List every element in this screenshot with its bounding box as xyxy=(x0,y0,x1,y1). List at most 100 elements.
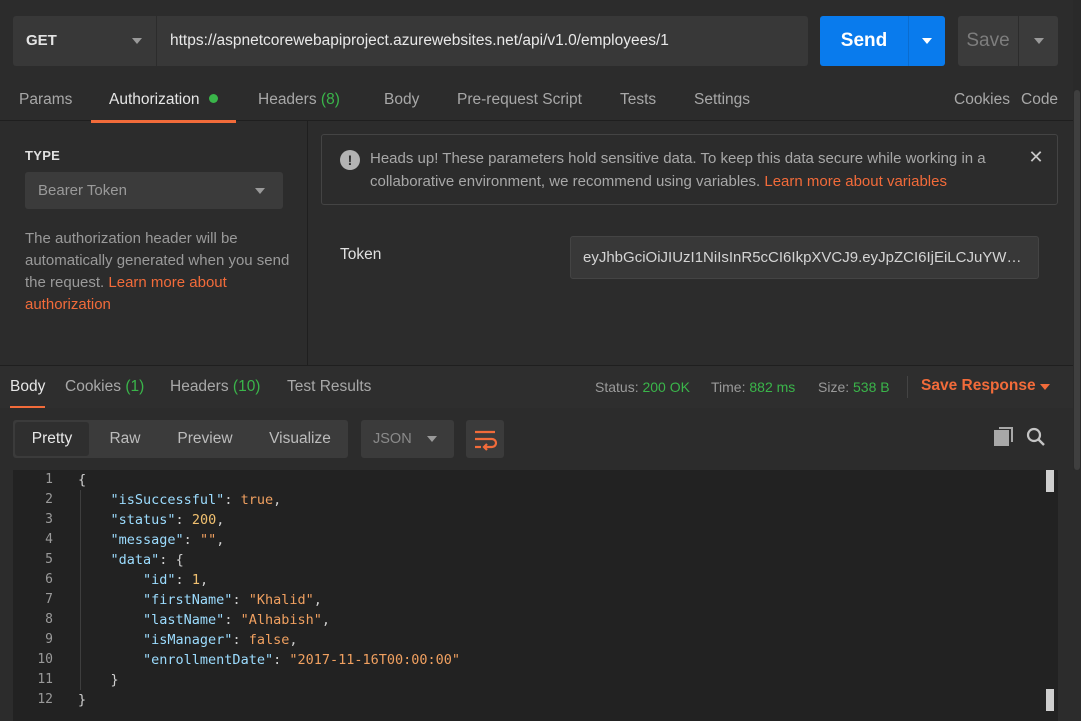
json-key: "isSuccessful" xyxy=(110,492,225,508)
status-label: Status: xyxy=(595,379,639,395)
chevron-down-icon xyxy=(255,188,265,194)
code-link[interactable]: Code xyxy=(1021,82,1058,120)
tab-response-cookies-count: (1) xyxy=(125,378,145,395)
tab-test-results[interactable]: Test Results xyxy=(287,366,371,408)
json-key: "message" xyxy=(110,532,184,548)
tab-settings[interactable]: Settings xyxy=(694,82,750,120)
json-value: { xyxy=(175,552,184,568)
save-response-button[interactable]: Save Response xyxy=(921,365,1036,407)
tab-response-headers-count: (10) xyxy=(232,378,261,395)
line-number: 4 xyxy=(45,532,53,547)
size-value: 538 B xyxy=(853,379,890,395)
tab-body[interactable]: Body xyxy=(384,82,419,120)
save-options-button[interactable] xyxy=(1018,16,1058,66)
time-readout: Time: 882 ms xyxy=(711,366,795,408)
view-visualize-button[interactable]: Visualize xyxy=(258,420,342,458)
save-response-chevron-down-icon[interactable] xyxy=(1040,384,1050,390)
json-key: "firstName" xyxy=(143,592,233,608)
url-input[interactable] xyxy=(156,16,808,66)
json-key: "enrollmentDate" xyxy=(143,652,274,668)
response-tabs: Body Cookies (1) Headers (10) Test Resul… xyxy=(0,365,1081,408)
json-key: "lastName" xyxy=(143,612,225,628)
scrollbar-thumb[interactable] xyxy=(1046,470,1054,492)
status-readout: Status: 200 OK xyxy=(595,366,690,408)
json-value: true xyxy=(240,492,274,508)
size-readout: Size: 538 B xyxy=(818,366,890,408)
time-label: Time: xyxy=(711,379,746,395)
token-label: Token xyxy=(340,246,382,263)
save-response-label: Save Response xyxy=(921,377,1036,394)
tab-response-body[interactable]: Body xyxy=(10,366,46,408)
active-dot-icon xyxy=(208,94,218,103)
tab-authorization-label: Authorization xyxy=(109,91,200,108)
json-key: "id" xyxy=(143,572,176,588)
json-value: "Khalid" xyxy=(248,592,314,608)
code-line: "lastName": "Alhabish", xyxy=(143,612,330,628)
code-line: "status": 200, xyxy=(110,512,225,528)
view-preview-button[interactable]: Preview xyxy=(166,420,244,458)
line-number: 12 xyxy=(37,692,53,707)
tab-response-headers[interactable]: Headers (10) xyxy=(170,366,260,408)
type-label: TYPE xyxy=(25,148,61,163)
tab-tests[interactable]: Tests xyxy=(620,82,656,120)
code-line: { xyxy=(78,472,87,488)
learn-more-variables-link[interactable]: Learn more about variables xyxy=(764,173,947,190)
copy-icon[interactable] xyxy=(993,426,1015,448)
auth-help-text: The authorization header will be automat… xyxy=(25,228,290,316)
code-line: "id": 1, xyxy=(143,572,209,588)
code-line: "data": { xyxy=(110,552,184,568)
line-number: 8 xyxy=(45,612,53,627)
auth-type-value: Bearer Token xyxy=(38,182,127,199)
json-key: "data" xyxy=(110,552,160,568)
json-value: 200 xyxy=(191,512,217,528)
token-input[interactable] xyxy=(570,236,1039,279)
warning-icon: ! xyxy=(340,150,360,170)
send-options-button[interactable] xyxy=(908,16,945,66)
search-icon[interactable] xyxy=(1025,426,1047,448)
wrap-lines-button[interactable] xyxy=(466,420,504,458)
tab-pre-request-script[interactable]: Pre-request Script xyxy=(457,82,582,120)
line-number: 5 xyxy=(45,552,53,567)
code-line: } xyxy=(78,692,87,708)
line-number: 7 xyxy=(45,592,53,607)
save-button[interactable]: Save xyxy=(958,16,1018,66)
heads-up-text: Heads up! These parameters hold sensitiv… xyxy=(370,147,1025,193)
line-number: 11 xyxy=(37,672,53,687)
json-value: "2017-11-16T00:00:00" xyxy=(289,652,461,668)
line-number: 10 xyxy=(37,652,53,667)
code-line: "message": "", xyxy=(110,532,225,548)
cookies-link[interactable]: Cookies xyxy=(954,82,1010,120)
method-chevron-down-icon xyxy=(132,38,142,44)
code-line: "isSuccessful": true, xyxy=(110,492,282,508)
code-line: "isManager": false, xyxy=(143,632,298,648)
json-key: "isManager" xyxy=(143,632,233,648)
tab-headers-label: Headers xyxy=(258,91,317,108)
chevron-down-icon xyxy=(1034,38,1044,44)
request-tabs: Params Authorization Headers (8) Body Pr… xyxy=(0,82,1081,123)
json-value: false xyxy=(248,632,290,648)
view-raw-button[interactable]: Raw xyxy=(96,420,154,458)
tab-params[interactable]: Params xyxy=(19,82,72,120)
method-label: GET xyxy=(26,32,57,49)
tab-authorization[interactable]: Authorization xyxy=(91,82,236,123)
json-key: "status" xyxy=(110,512,176,528)
tab-response-cookies[interactable]: Cookies (1) xyxy=(65,366,144,408)
status-value: 200 OK xyxy=(642,379,690,395)
view-pretty-button[interactable]: Pretty xyxy=(15,422,89,456)
close-icon[interactable]: ✕ xyxy=(1026,147,1046,169)
chevron-down-icon xyxy=(427,436,437,442)
divider xyxy=(907,376,908,398)
code-line: "enrollmentDate": "2017-11-16T00:00:00" xyxy=(143,652,461,668)
page-scrollbar-thumb[interactable] xyxy=(1074,90,1080,470)
tab-response-headers-label: Headers xyxy=(170,378,229,395)
json-value: 1 xyxy=(191,572,200,588)
scrollbar-thumb-bottom[interactable] xyxy=(1046,689,1054,711)
line-number: 1 xyxy=(45,472,53,487)
size-label: Size: xyxy=(818,379,850,395)
code-line: } xyxy=(78,672,119,688)
line-number: 9 xyxy=(45,632,53,647)
tab-headers[interactable]: Headers (8) xyxy=(258,82,340,120)
json-value: "Alhabish" xyxy=(240,612,322,628)
send-button[interactable]: Send xyxy=(820,16,908,66)
json-value: "" xyxy=(199,532,217,548)
